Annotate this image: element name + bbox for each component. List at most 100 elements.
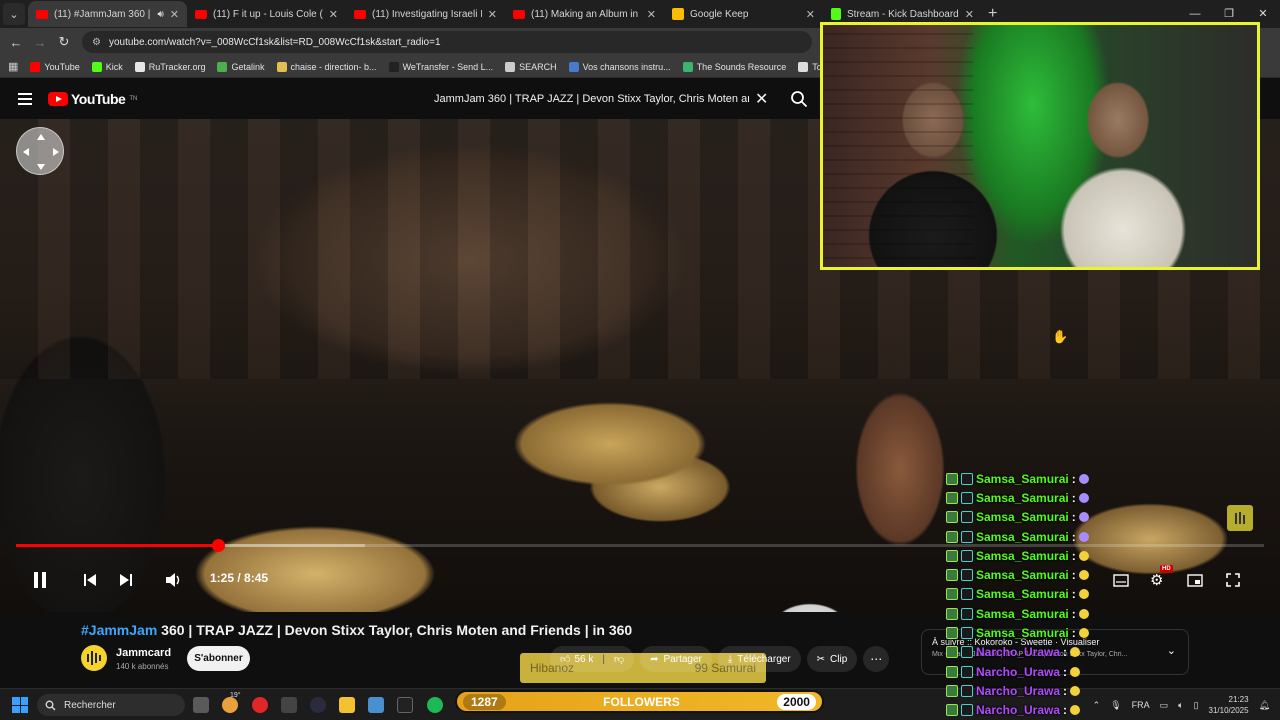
bookmark-item[interactable]: Getalink [217,61,265,72]
menu-icon[interactable] [18,93,32,105]
keep-icon [672,8,684,20]
search-icon[interactable] [790,90,808,108]
bookmark-item[interactable]: SEARCH [505,61,557,72]
battery-icon[interactable]: ▯ [1194,700,1199,711]
progress-scrubber[interactable] [212,539,226,552]
subscribe-button[interactable]: S'abonner [187,646,250,671]
opera-icon[interactable] [252,697,268,713]
reload-button[interactable]: ↻ [52,34,76,50]
chat-message: Narcho_Urawa: [946,662,1146,681]
bookmark-item[interactable]: RuTracker.org [134,61,206,72]
weather-icon[interactable] [222,697,238,713]
search-box[interactable]: JammJam 360 | TRAP JAZZ | Devon Stixx Ta… [424,84,784,114]
close-tab-icon[interactable]: ✕ [647,8,656,21]
app-icon[interactable] [281,697,297,713]
live-app-icon[interactable] [397,697,413,713]
youtube-country-code: TN [129,96,138,102]
close-tab-icon[interactable]: ✕ [806,8,815,21]
bookmark-item[interactable]: Vos chansons instru... [568,61,671,72]
chat-emote-icon [1070,666,1081,677]
clear-search-icon[interactable]: ✕ [755,89,768,109]
chat-message: Narcho_Urawa: [946,701,1146,720]
photos-icon[interactable] [368,697,384,713]
close-tab-icon[interactable]: ✕ [965,8,974,21]
chat-message: Samsa_Samurai: [946,623,1146,642]
tab-search-button[interactable]: ⌄ [3,3,25,25]
chevron-down-icon[interactable]: ⌄ [1167,644,1176,657]
spotify-icon[interactable] [427,697,443,713]
chat-username: Samsa_Samurai [976,548,1069,563]
bookmark-label: YouTube [44,61,80,72]
fullscreen-icon[interactable] [1226,573,1240,587]
chat-emote-icon [1070,647,1081,658]
browser-tab[interactable]: (11) F it up - Louis Cole (Live Se ✕ [187,1,346,27]
chat-message: Samsa_Samurai: [946,527,1146,546]
video-actions: 👍︎ 56 k | 👎︎ ➦ Partager ⤓ Télécharger ✂ … [550,646,890,672]
chat-separator: : [1063,703,1068,718]
apps-grid-icon[interactable]: ▦ [8,60,18,73]
previous-icon[interactable] [83,573,97,587]
site-info-icon[interactable]: ⚙ [92,37,101,48]
task-view-icon[interactable] [193,697,209,713]
video-title: #JammJam 360 | TRAP JAZZ | Devon Stixx T… [81,622,632,638]
miniplayer-icon[interactable] [1187,574,1203,587]
tab-audio-icon[interactable]: 🔊︎ [157,9,163,20]
chat-username: Narcho_Urawa [976,703,1061,718]
more-actions-button[interactable]: ⋯ [863,646,890,672]
taskbar-search[interactable]: Rechercher [37,694,185,716]
clock[interactable]: 21:23 31/10/2025 [1209,694,1249,716]
youtube-logo[interactable]: YouTube TN [48,91,137,107]
close-tab-icon[interactable]: ✕ [170,8,179,21]
channel-name[interactable]: Jammcard [116,647,171,659]
tier-badge-icon [961,665,973,678]
chat-message: Samsa_Samurai: [946,469,1146,488]
browser-tab[interactable]: (11) Investigating Israeli Influen ✕ [346,1,505,27]
network-icon[interactable]: ▭ [1160,700,1169,711]
webcam-brick-wall [823,25,973,267]
overlay-sidebar-toggle[interactable] [1227,505,1253,531]
app-icon-2[interactable] [310,697,326,713]
settings-gear-icon[interactable]: ⚙ [1150,571,1163,589]
forward-button[interactable]: → [28,35,52,50]
taskbar-search-label: Rechercher [64,699,116,711]
dislike-button[interactable]: 👎︎ [614,653,624,665]
chat-emote-icon [1078,492,1089,503]
chat-emote-icon [1078,628,1089,639]
download-button[interactable]: ⤓ Télécharger [717,646,801,672]
chat-emote-icon [1078,570,1089,581]
followers-goal: 2000 [777,693,816,710]
address-bar[interactable]: ⚙ youtube.com/watch?v=_008WcCf1sk&list=R… [82,31,812,53]
back-button[interactable]: ← [4,35,28,50]
share-button[interactable]: ➦ Partager [640,646,712,672]
clip-button[interactable]: ✂ Clip [806,646,858,672]
browser-tab[interactable]: Google Keep ✕ [664,1,823,27]
pause-icon[interactable] [32,571,48,589]
channel-avatar[interactable] [81,645,107,671]
video-hashtag[interactable]: #JammJam [81,622,157,638]
notification-bell-icon[interactable]: 🔔︎ [1259,700,1270,711]
browser-tab[interactable]: (11) Making an Album in an Of ✕ [505,1,664,27]
subscriber-badge-icon [946,549,958,562]
new-tab-button[interactable]: + [988,5,997,23]
360-navigation-control[interactable] [16,127,64,175]
speaker-icon[interactable]: 🔈︎ [1178,700,1183,711]
browser-tab[interactable]: (11) #JammJam 360 | TRAP 🔊︎ ✕ [28,1,187,27]
close-tab-icon[interactable]: ✕ [488,8,497,21]
bookmark-item[interactable]: Kick [91,61,123,72]
next-icon[interactable] [119,573,133,587]
bookmark-item[interactable]: The Sounds Resource [682,61,786,72]
subscriber-badge-icon [946,491,958,504]
tier-badge-icon [961,491,973,504]
subscriber-badge-icon [946,627,958,640]
bookmark-item[interactable]: chaise - direction- b... [276,61,377,72]
file-explorer-icon[interactable] [339,697,355,713]
search-input[interactable]: JammJam 360 | TRAP JAZZ | Devon Stixx Ta… [434,93,749,105]
like-button[interactable]: 👍︎ 56 k [560,653,593,666]
bookmark-favicon-icon [30,61,41,72]
volume-icon[interactable] [165,572,183,588]
bookmark-item[interactable]: YouTube [30,61,80,72]
bookmark-label: RuTracker.org [148,61,206,72]
bookmark-item[interactable]: WeTransfer - Send L... [388,61,493,72]
close-tab-icon[interactable]: ✕ [329,8,338,21]
windows-start-icon[interactable] [12,697,28,713]
